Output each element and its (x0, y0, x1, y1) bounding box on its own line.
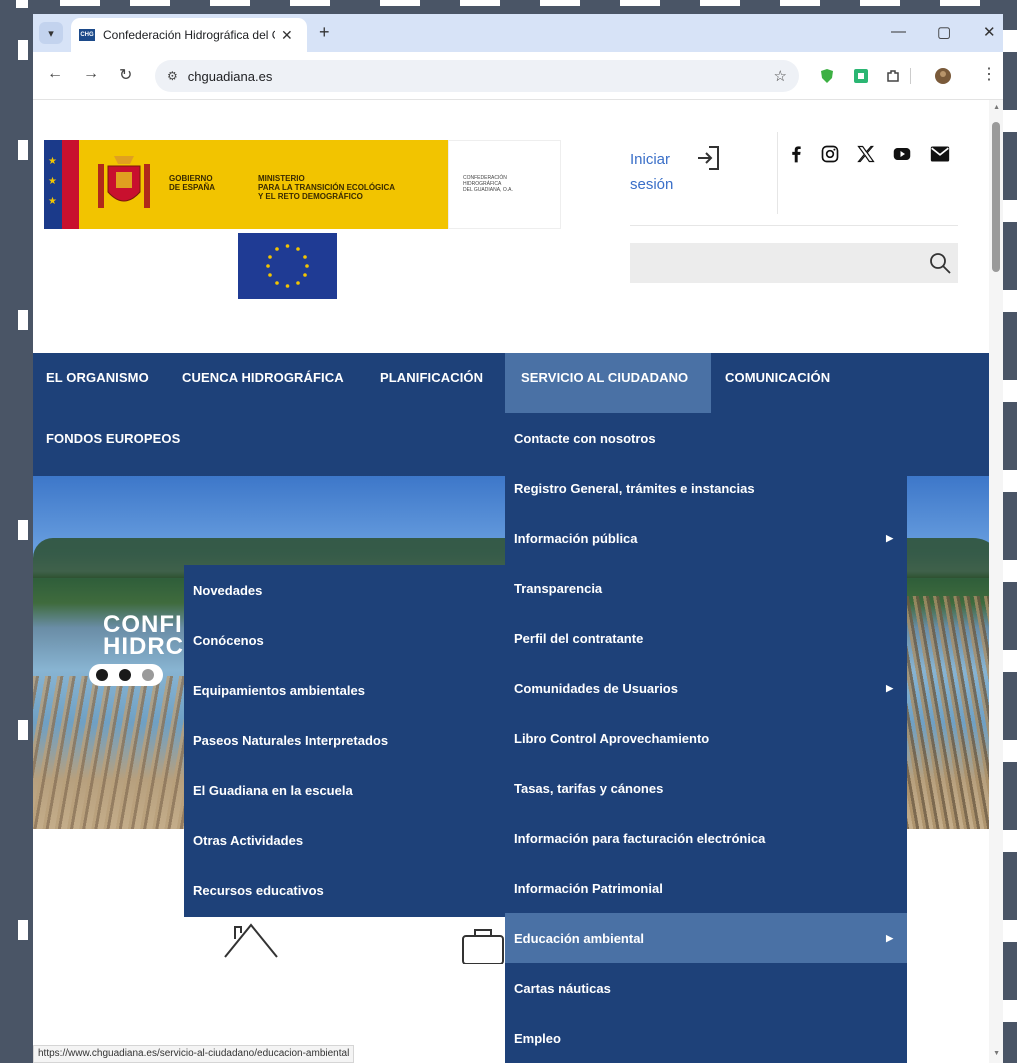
menu-educacion-ambiental[interactable]: Educación ambiental ▶ (505, 913, 907, 963)
menu-tasas-tarifas[interactable]: Tasas, tarifas y cánones (505, 763, 907, 813)
tab-title: Confederación Hidrográfica del Guadiana (103, 28, 275, 42)
shield-extension-icon[interactable] (819, 68, 835, 84)
tab-strip: ▾ CHG Confederación Hidrográfica del Gua… (33, 14, 1003, 52)
more-menu-icon[interactable]: ⋮ (981, 64, 997, 84)
submenu-arrow-icon: ▶ (886, 532, 893, 543)
instagram-icon[interactable] (818, 142, 842, 166)
slider-dot[interactable] (119, 669, 131, 681)
close-window-icon[interactable]: ✕ (983, 23, 996, 41)
x-twitter-icon[interactable] (854, 142, 878, 166)
gobierno-logo[interactable]: ★ ★ ★ GOBIERNO DE ESPAÑA MINISTERIO PARA… (44, 140, 448, 229)
eu-flag-icon (238, 233, 337, 299)
back-icon[interactable]: ← (47, 65, 63, 83)
login-icon[interactable] (695, 144, 721, 172)
toolbar-divider (910, 68, 911, 84)
maximize-icon[interactable]: ▢ (937, 23, 951, 41)
site-info-icon[interactable]: ⚙ (167, 69, 178, 83)
menu-contacte[interactable]: Contacte con nosotros (505, 413, 907, 463)
submenu-arrow-icon: ▶ (886, 932, 893, 943)
submenu-guadiana-escuela[interactable]: El Guadiana en la escuela (184, 765, 505, 815)
green-extension-icon[interactable] (853, 68, 869, 84)
submenu-equipamientos-ambientales[interactable]: Equipamientos ambientales (184, 665, 505, 715)
submenu-otras-actividades[interactable]: Otras Actividades (184, 815, 505, 865)
menu-facturacion-electronica[interactable]: Información para facturación electrónica (505, 813, 907, 863)
educacion-ambiental-submenu: Novedades Conócenos Equipamientos ambien… (184, 565, 505, 917)
nav-cuenca-hidrografica[interactable]: CUENCA HIDROGRÁFICA (182, 370, 344, 385)
browser-toolbar: ← → ↻ ⚙ chguadiana.es ☆ ⋮ (33, 52, 1003, 100)
spain-flag-icon: ★ ★ ★ (44, 140, 79, 229)
chg-logo[interactable]: CONFEDERACIÓN HIDROGRÁFICA DEL GUADIANA,… (448, 140, 561, 229)
reload-icon[interactable]: ↻ (119, 65, 132, 85)
nav-comunicacion[interactable]: COMUNICACIÓN (725, 370, 830, 385)
login-link[interactable]: Iniciar sesión (630, 147, 673, 197)
house-icon (224, 923, 278, 958)
header-divider (777, 132, 778, 214)
scroll-down-icon[interactable]: ▼ (993, 1050, 1000, 1057)
header-divider-horizontal (630, 225, 958, 226)
status-bar-url: https://www.chguadiana.es/servicio-al-ci… (33, 1045, 355, 1063)
nav-el-organismo[interactable]: EL ORGANISMO (46, 370, 149, 385)
search-input[interactable] (630, 243, 958, 283)
ministerio-text: MINISTERIO PARA LA TRANSICIÓN ECOLÓGICA … (258, 174, 396, 201)
coat-of-arms-icon (98, 156, 150, 208)
submenu-novedades[interactable]: Novedades (184, 565, 505, 615)
submenu-paseos-naturales[interactable]: Paseos Naturales Interpretados (184, 715, 505, 765)
slider-dots (89, 664, 163, 686)
servicio-ciudadano-dropdown: Contacte con nosotros Registro General, … (505, 413, 907, 1063)
menu-informacion-patrimonial[interactable]: Información Patrimonial (505, 863, 907, 913)
menu-registro-general[interactable]: Registro General, trámites e instancias (505, 463, 907, 513)
bookmark-star-icon[interactable]: ☆ (774, 67, 787, 85)
nav-fondos-europeos[interactable]: FONDOS EUROPEOS (46, 431, 180, 446)
address-bar[interactable]: ⚙ chguadiana.es ☆ (155, 60, 799, 92)
scroll-up-icon[interactable]: ▲ (993, 104, 1000, 111)
new-tab-button[interactable]: + (319, 22, 330, 43)
email-icon[interactable] (928, 142, 952, 166)
slider-dot[interactable] (142, 669, 154, 681)
web-page: ★ ★ ★ GOBIERNO DE ESPAÑA MINISTERIO PARA… (33, 100, 1003, 1063)
tab-search-button[interactable]: ▾ (39, 22, 63, 44)
hero-title: CONFI HIDRC (103, 611, 184, 660)
browser-tab[interactable]: CHG Confederación Hidrográfica del Guadi… (71, 18, 307, 52)
minimize-icon[interactable]: — (891, 23, 906, 40)
scrollbar-thumb[interactable] (992, 122, 1000, 272)
forward-icon[interactable]: → (83, 65, 99, 83)
profile-avatar-icon[interactable] (935, 68, 951, 84)
gobierno-text: GOBIERNO DE ESPAÑA (169, 174, 216, 192)
menu-comunidades-usuarios[interactable]: Comunidades de Usuarios ▶ (505, 663, 907, 713)
browser-window: ▾ CHG Confederación Hidrográfica del Gua… (33, 14, 1003, 1063)
menu-perfil-contratante[interactable]: Perfil del contratante (505, 613, 907, 663)
menu-informacion-publica[interactable]: Información pública ▶ (505, 513, 907, 563)
menu-cartas-nauticas[interactable]: Cartas náuticas (505, 963, 907, 1013)
nav-planificacion[interactable]: PLANIFICACIÓN (380, 370, 483, 385)
submenu-recursos-educativos[interactable]: Recursos educativos (184, 865, 505, 915)
url-text: chguadiana.es (187, 68, 273, 84)
facebook-icon[interactable] (784, 142, 808, 166)
nav-servicio-al-ciudadano[interactable]: SERVICIO AL CIUDADANO (505, 353, 711, 413)
youtube-icon[interactable] (890, 142, 914, 166)
briefcase-icon (462, 929, 504, 964)
puzzle-extensions-icon[interactable] (885, 68, 901, 84)
search-icon[interactable] (928, 251, 952, 275)
menu-libro-control[interactable]: Libro Control Aprovechamiento (505, 713, 907, 763)
submenu-arrow-icon: ▶ (886, 682, 893, 693)
submenu-conocenos[interactable]: Conócenos (184, 615, 505, 665)
favicon-icon: CHG (79, 29, 95, 41)
close-tab-icon[interactable]: ✕ (281, 27, 293, 44)
menu-empleo[interactable]: Empleo (505, 1013, 907, 1063)
slider-dot[interactable] (96, 669, 108, 681)
menu-transparencia[interactable]: Transparencia (505, 563, 907, 613)
